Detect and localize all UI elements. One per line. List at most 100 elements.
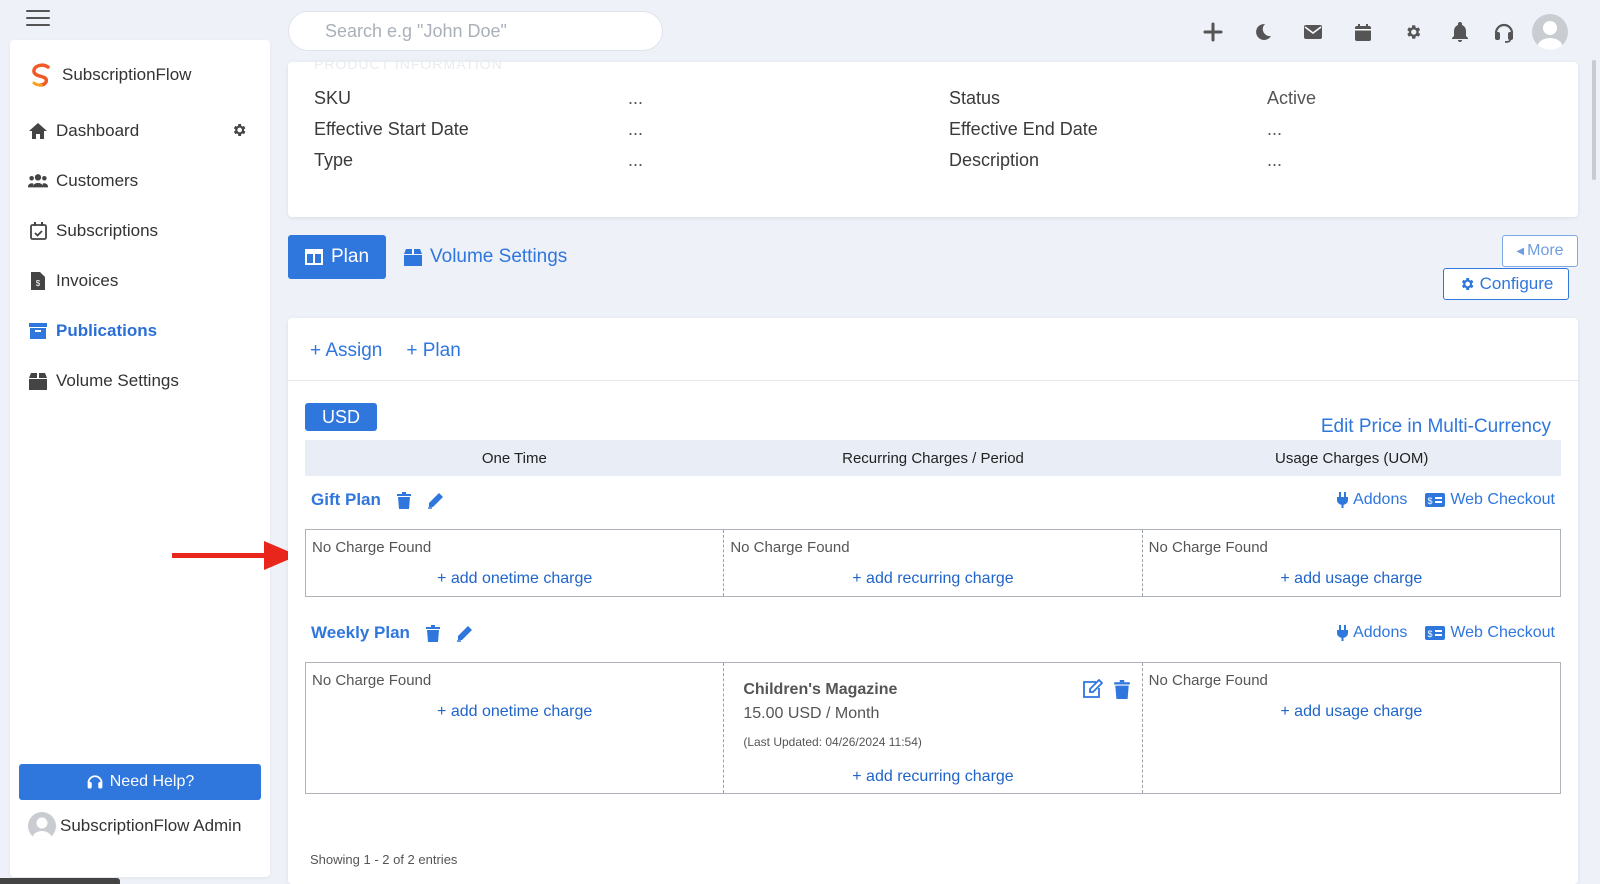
sidebar-item-customers[interactable]: Customers bbox=[28, 156, 253, 206]
caret-left-icon: ◀ bbox=[1516, 245, 1525, 257]
box-icon bbox=[404, 248, 422, 266]
horizontal-scrollbar[interactable] bbox=[0, 878, 120, 884]
admin-profile[interactable]: SubscriptionFlow Admin bbox=[28, 812, 241, 840]
add-onetime-charge-link[interactable]: + add onetime charge bbox=[306, 703, 723, 721]
assign-link[interactable]: + Assign bbox=[310, 340, 382, 362]
charge-last-updated: (Last Updated: 04/26/2024 11:54) bbox=[743, 735, 922, 749]
sidebar-item-label: Invoices bbox=[56, 271, 119, 290]
archive-icon bbox=[28, 321, 48, 341]
trash-icon[interactable] bbox=[1110, 677, 1134, 701]
tab-volume-settings-label: Volume Settings bbox=[430, 246, 568, 267]
sidebar-item-dashboard[interactable]: Dashboard bbox=[28, 106, 253, 156]
web-checkout-link[interactable]: $ Web Checkout bbox=[1425, 624, 1555, 642]
dashboard-settings-gear-icon[interactable] bbox=[231, 122, 247, 138]
charges-table-header: One Time Recurring Charges / Period Usag… bbox=[305, 440, 1561, 476]
svg-text:$: $ bbox=[1428, 496, 1433, 506]
plan-name[interactable]: Gift Plan bbox=[311, 490, 381, 510]
product-information-card: PRODUCT INFORMATION SKU ... Effective St… bbox=[288, 56, 1578, 217]
addons-label: Addons bbox=[1353, 624, 1408, 641]
vertical-scrollbar[interactable] bbox=[1592, 60, 1596, 180]
configure-button[interactable]: Configure bbox=[1443, 268, 1569, 300]
addons-link[interactable]: Addons bbox=[1337, 491, 1407, 509]
trash-icon[interactable] bbox=[422, 622, 444, 644]
add-plan-link[interactable]: + Plan bbox=[406, 340, 460, 362]
more-button[interactable]: ◀ More bbox=[1502, 235, 1578, 267]
svg-text:$: $ bbox=[1428, 629, 1433, 639]
trash-icon[interactable] bbox=[393, 489, 415, 511]
sidebar-item-label: Volume Settings bbox=[56, 371, 179, 390]
info-label-status: Status bbox=[949, 88, 1001, 108]
sidebar-item-volume-settings[interactable]: Volume Settings bbox=[28, 356, 253, 406]
hamburger-menu-icon[interactable] bbox=[26, 10, 50, 28]
search-input[interactable] bbox=[288, 11, 663, 51]
pencil-icon[interactable] bbox=[425, 489, 447, 511]
column-header-recurring: Recurring Charges / Period bbox=[842, 449, 1024, 467]
onetime-cell: No Charge Found + add onetime charge bbox=[306, 663, 725, 793]
info-value-effective-start-date: ... bbox=[628, 119, 644, 139]
sidebar-item-label: Dashboard bbox=[56, 121, 140, 140]
sidebar-item-label: Customers bbox=[56, 171, 139, 190]
subscriptionflow-logo-icon bbox=[32, 63, 50, 87]
sidebar: SubscriptionFlow Dashboard Customers Sub… bbox=[10, 40, 270, 877]
add-recurring-charge-link[interactable]: + add recurring charge bbox=[724, 570, 1141, 588]
sidebar-item-subscriptions[interactable]: Subscriptions bbox=[28, 206, 253, 256]
currency-badge[interactable]: USD bbox=[305, 403, 377, 431]
recurring-cell: No Charge Found + add recurring charge bbox=[724, 530, 1143, 596]
edit-icon[interactable] bbox=[1080, 677, 1104, 701]
info-label-description: Description bbox=[949, 150, 1040, 170]
pencil-icon[interactable] bbox=[454, 622, 476, 644]
brand-logo[interactable]: SubscriptionFlow bbox=[28, 62, 191, 88]
headset-icon[interactable] bbox=[1482, 15, 1526, 49]
charges-grid-weekly: No Charge Found + add onetime charge Chi… bbox=[305, 662, 1561, 794]
no-charge-text: No Charge Found bbox=[1148, 672, 1268, 689]
plan-name[interactable]: Weekly Plan bbox=[311, 623, 410, 643]
tab-volume-settings[interactable]: Volume Settings bbox=[404, 235, 567, 279]
edit-price-multi-currency-link[interactable]: Edit Price in Multi-Currency bbox=[1321, 416, 1551, 438]
no-charge-text: No Charge Found bbox=[312, 672, 432, 689]
add-usage-charge-link[interactable]: + add usage charge bbox=[1143, 570, 1560, 588]
svg-text:$: $ bbox=[36, 279, 41, 288]
need-help-label: Need Help? bbox=[109, 773, 195, 790]
plans-card: + Assign + Plan USD Edit Price in Multi-… bbox=[288, 318, 1578, 884]
admin-name: SubscriptionFlow Admin bbox=[60, 816, 242, 835]
admin-avatar bbox=[28, 812, 56, 840]
mail-icon[interactable] bbox=[1288, 15, 1338, 49]
info-value-sku: ... bbox=[628, 88, 644, 108]
usage-cell: No Charge Found + add usage charge bbox=[1143, 530, 1560, 596]
addons-label: Addons bbox=[1353, 491, 1408, 508]
info-label-effective-end-date: Effective End Date bbox=[949, 119, 1098, 139]
gear-icon[interactable] bbox=[1388, 15, 1438, 49]
web-checkout-label: Web Checkout bbox=[1450, 624, 1555, 641]
no-charge-text: No Charge Found bbox=[312, 539, 432, 556]
moon-icon[interactable] bbox=[1238, 15, 1288, 49]
add-onetime-charge-link[interactable]: + add onetime charge bbox=[306, 570, 723, 588]
plus-icon[interactable] bbox=[1188, 15, 1238, 49]
sidebar-item-label: Publications bbox=[56, 321, 158, 340]
add-recurring-charge-link[interactable]: + add recurring charge bbox=[724, 768, 1141, 786]
box-icon bbox=[28, 371, 48, 391]
usage-cell: No Charge Found + add usage charge bbox=[1143, 663, 1560, 793]
info-value-type: ... bbox=[628, 150, 644, 170]
sidebar-item-publications[interactable]: Publications bbox=[28, 306, 253, 356]
gear-icon bbox=[1459, 276, 1475, 292]
web-checkout-link[interactable]: $ Web Checkout bbox=[1425, 491, 1555, 509]
no-charge-text: No Charge Found bbox=[730, 539, 850, 556]
add-usage-charge-link[interactable]: + add usage charge bbox=[1143, 703, 1560, 721]
column-header-usage: Usage Charges (UOM) bbox=[1274, 449, 1429, 467]
columns-icon bbox=[304, 249, 323, 265]
user-avatar[interactable] bbox=[1532, 14, 1568, 50]
charges-grid-gift: No Charge Found + add onetime charge No … bbox=[305, 529, 1561, 597]
bell-icon[interactable] bbox=[1438, 15, 1482, 49]
calendar-icon[interactable] bbox=[1338, 15, 1388, 49]
onetime-cell: No Charge Found + add onetime charge bbox=[306, 530, 725, 596]
calendar-check-icon bbox=[28, 221, 48, 241]
plug-icon bbox=[1337, 625, 1349, 641]
brand-name: SubscriptionFlow bbox=[62, 65, 192, 84]
more-label: More bbox=[1527, 242, 1564, 259]
need-help-button[interactable]: Need Help? bbox=[19, 764, 261, 800]
recurring-cell: Children's Magazine 15.00 USD / Month (L… bbox=[724, 663, 1143, 793]
invoice-icon: $ bbox=[28, 271, 48, 291]
sidebar-item-invoices[interactable]: $ Invoices bbox=[28, 256, 253, 306]
tab-plan[interactable]: Plan bbox=[288, 235, 386, 279]
addons-link[interactable]: Addons bbox=[1337, 624, 1407, 642]
